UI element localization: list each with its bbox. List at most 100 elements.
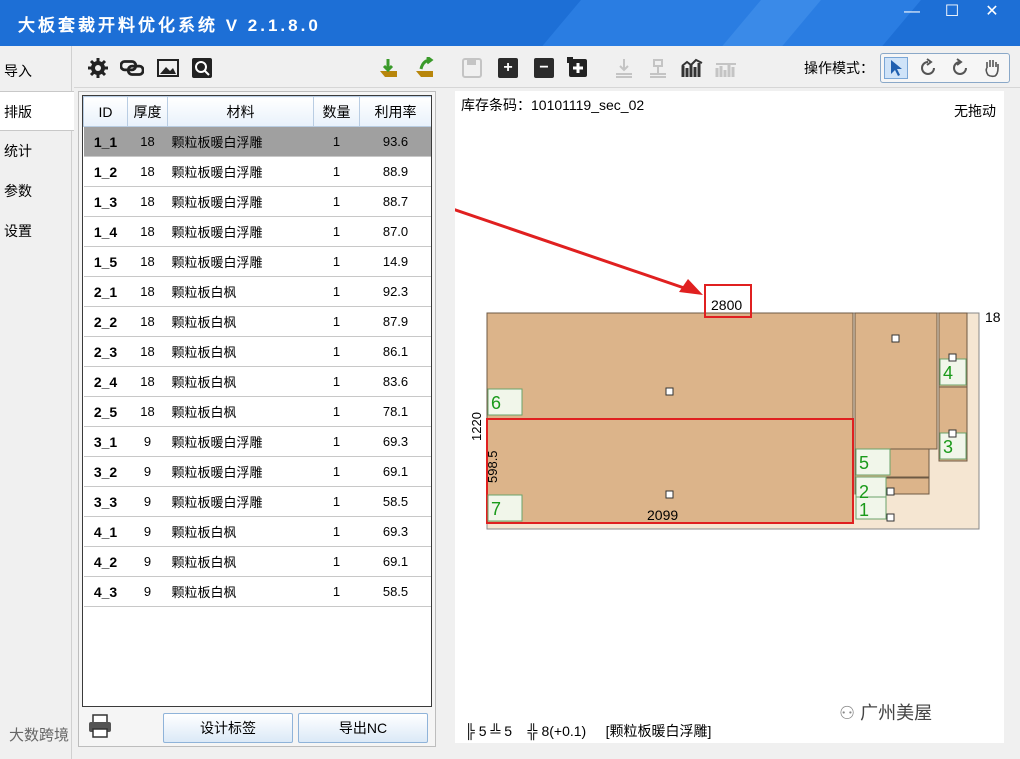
annotation-arrow — [455, 208, 694, 293]
cell-material: 颗粒板白枫 — [167, 366, 314, 397]
cell-id: 2_3 — [83, 336, 128, 367]
hand-icon[interactable] — [980, 57, 1004, 79]
cell-quantity: 1 — [313, 126, 360, 157]
cell-quantity: 1 — [313, 216, 360, 247]
table-row[interactable]: 4_3 9 颗粒板白枫 1 58.5 — [83, 576, 431, 607]
printer-icon[interactable] — [87, 713, 113, 739]
cell-id: 1_4 — [83, 216, 128, 247]
cell-id: 4_3 — [83, 576, 128, 607]
cell-quantity: 1 — [313, 396, 360, 427]
plus-icon[interactable]: + — [496, 56, 520, 80]
cell-thickness: 18 — [127, 306, 168, 337]
part-label-7: 7 — [491, 499, 502, 519]
cell-thickness: 18 — [127, 186, 168, 217]
cell-id: 3_2 — [83, 456, 128, 487]
cell-quantity: 1 — [313, 456, 360, 487]
gear-icon[interactable] — [86, 56, 110, 80]
col-header-id[interactable]: ID — [83, 96, 128, 127]
left-nav: 导入 排版 统计 参数 设置 — [0, 46, 74, 759]
add-box-icon[interactable] — [566, 56, 590, 80]
table-row[interactable]: 1_5 18 颗粒板暖白浮雕 1 14.9 — [83, 246, 431, 277]
cell-quantity: 1 — [313, 366, 360, 397]
nav-item-layout[interactable]: 排版 — [0, 91, 74, 131]
table-row[interactable]: 2_1 18 颗粒板白枫 1 92.3 — [83, 276, 431, 307]
rotate-cw-icon[interactable] — [916, 57, 940, 79]
close-button[interactable]: ✕ — [972, 0, 1012, 24]
cell-id: 1_3 — [83, 186, 128, 217]
toolbar: + − 操作模式： — [74, 48, 1020, 88]
cell-material: 颗粒板白枫 — [167, 336, 314, 367]
minimize-button[interactable]: — — [892, 0, 932, 24]
nav-item-settings[interactable]: 设置 — [0, 211, 71, 251]
link-icon[interactable] — [120, 56, 144, 80]
col-header-rate[interactable]: 利用率 — [359, 96, 431, 127]
sheet-diagram — [455, 208, 980, 530]
table-row[interactable]: 1_4 18 颗粒板暖白浮雕 1 87.0 — [83, 216, 431, 247]
cell-quantity: 1 — [313, 246, 360, 277]
table-row[interactable]: 1_3 18 颗粒板暖白浮雕 1 88.7 — [83, 186, 431, 217]
chart2-icon[interactable] — [714, 56, 738, 80]
minus-icon[interactable]: − — [532, 56, 556, 80]
op-mode-group — [880, 53, 1010, 83]
table-row[interactable]: 1_1 18 颗粒板暖白浮雕 1 93.6 — [83, 126, 431, 157]
layout-table: ID 厚度 材料 数量 利用率 1_1 18 颗粒板暖白浮雕 1 93.6 1_2 18 颗粒… — [82, 95, 432, 707]
cell-rate: 58.5 — [359, 486, 431, 517]
table-row[interactable]: 2_2 18 颗粒板白枫 1 87.9 — [83, 306, 431, 337]
download-icon[interactable] — [612, 56, 636, 80]
cell-material: 颗粒板暖白浮雕 — [167, 156, 314, 187]
nav-item-stats[interactable]: 统计 — [0, 131, 71, 171]
cell-rate: 87.0 — [359, 216, 431, 247]
cell-thickness: 18 — [127, 276, 168, 307]
scan-icon[interactable] — [190, 56, 214, 80]
watermark-text: 广州美屋 — [860, 703, 933, 723]
design-label-button[interactable]: 设计标签 — [163, 713, 293, 743]
table-row[interactable]: 1_2 18 颗粒板暖白浮雕 1 88.9 — [83, 156, 431, 187]
chart-icon[interactable] — [680, 56, 704, 80]
col-header-quantity[interactable]: 数量 — [313, 96, 360, 127]
table-row[interactable]: 3_1 9 颗粒板暖白浮雕 1 69.3 — [83, 426, 431, 457]
col-header-thickness[interactable]: 厚度 — [127, 96, 168, 127]
table-row[interactable]: 2_4 18 颗粒板白枫 1 83.6 — [83, 366, 431, 397]
table-row[interactable]: 2_3 18 颗粒板白枫 1 86.1 — [83, 336, 431, 367]
table-row[interactable]: 3_3 9 颗粒板暖白浮雕 1 58.5 — [83, 486, 431, 517]
cell-rate: 69.3 — [359, 516, 431, 547]
cell-id: 3_1 — [83, 426, 128, 457]
export-nc-button[interactable]: 导出NC — [298, 713, 428, 743]
cell-thickness: 18 — [127, 366, 168, 397]
maximize-button[interactable]: ☐ — [932, 0, 972, 24]
part-5-area — [854, 312, 938, 450]
save-icon[interactable] — [460, 56, 484, 80]
nav-item-params[interactable]: 参数 — [0, 171, 71, 211]
cell-thickness: 18 — [127, 246, 168, 277]
table-row[interactable]: 4_1 9 颗粒板白枫 1 69.3 — [83, 516, 431, 547]
cell-material: 颗粒板白枫 — [167, 396, 314, 427]
part-label-5: 5 — [859, 453, 870, 473]
cell-thickness: 18 — [127, 126, 168, 157]
import-green-icon[interactable] — [412, 56, 436, 80]
part-6 — [486, 312, 854, 420]
cell-material: 颗粒板白枫 — [167, 546, 314, 577]
upload-icon[interactable] — [646, 56, 670, 80]
pointer-icon[interactable] — [884, 57, 908, 79]
cell-rate: 14.9 — [359, 246, 431, 277]
cell-id: 2_2 — [83, 306, 128, 337]
table-row[interactable]: 2_5 18 颗粒板白枫 1 78.1 — [83, 396, 431, 427]
cell-material: 颗粒板暖白浮雕 — [167, 186, 314, 217]
nav-item-import[interactable]: 导入 — [0, 51, 71, 91]
rotate-icon[interactable] — [948, 57, 972, 79]
layout-canvas[interactable]: 库存条码：10101119_sec_02 无拖动 2800 18 1220 59… — [455, 91, 1004, 743]
cell-rate: 78.1 — [359, 396, 431, 427]
image-icon[interactable] — [156, 56, 180, 80]
cell-material: 颗粒板暖白浮雕 — [167, 486, 314, 517]
status-count: ╠ 5 ╩ 5 — [465, 723, 513, 739]
cell-material: 颗粒板暖白浮雕 — [167, 246, 314, 277]
cell-quantity: 1 — [313, 516, 360, 547]
cell-thickness: 9 — [127, 516, 168, 547]
cell-quantity: 1 — [313, 186, 360, 217]
window-title: 大板套裁开料优化系统 V 2.1.8.0 — [18, 16, 321, 35]
import-icon[interactable] — [376, 56, 400, 80]
table-row[interactable]: 3_2 9 颗粒板暖白浮雕 1 69.1 — [83, 456, 431, 487]
table-row[interactable]: 4_2 9 颗粒板白枫 1 69.1 — [83, 546, 431, 577]
cell-rate: 69.3 — [359, 426, 431, 457]
col-header-material[interactable]: 材料 — [167, 96, 314, 127]
